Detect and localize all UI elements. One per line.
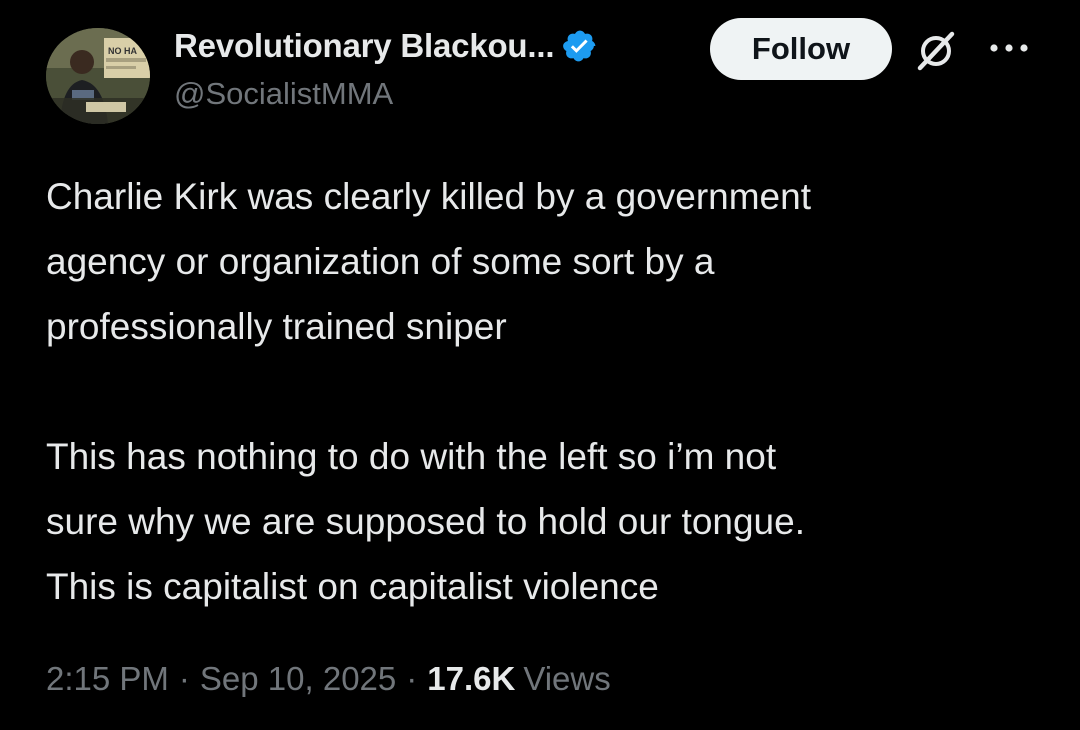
views-label: Views — [523, 660, 611, 697]
avatar-image: NO HA — [46, 28, 150, 124]
more-options-icon[interactable] — [988, 36, 1030, 60]
tweet-date[interactable]: Sep 10, 2025 — [200, 660, 396, 698]
author-handle[interactable]: @SocialistMMA — [174, 76, 393, 112]
author-display-name[interactable]: Revolutionary Blackou... — [174, 27, 554, 65]
follow-button[interactable]: Follow — [710, 18, 892, 80]
tweet-paragraph-2: This has nothing to do with the left so … — [46, 436, 805, 607]
views-count: 17.6K — [427, 660, 516, 697]
meta-separator: · — [178, 660, 190, 697]
grok-icon[interactable] — [912, 26, 960, 74]
tweet-paragraph-1: Charlie Kirk was clearly killed by a gov… — [46, 176, 811, 347]
tweet-card: NO HA Revolutionary Blackou... @Socialis… — [0, 0, 1080, 730]
avatar-sign-text: NO HA — [108, 46, 138, 56]
avatar[interactable]: NO HA — [46, 28, 150, 124]
tweet-body: Charlie Kirk was clearly killed by a gov… — [46, 164, 1036, 619]
verified-badge-icon — [563, 30, 596, 62]
tweet-time[interactable]: 2:15 PM — [46, 660, 169, 698]
meta-separator: · — [406, 660, 418, 697]
author-name-row: Revolutionary Blackou... — [174, 20, 598, 72]
tweet-meta: 2:15 PM · Sep 10, 2025 · 17.6K Views — [46, 660, 611, 698]
